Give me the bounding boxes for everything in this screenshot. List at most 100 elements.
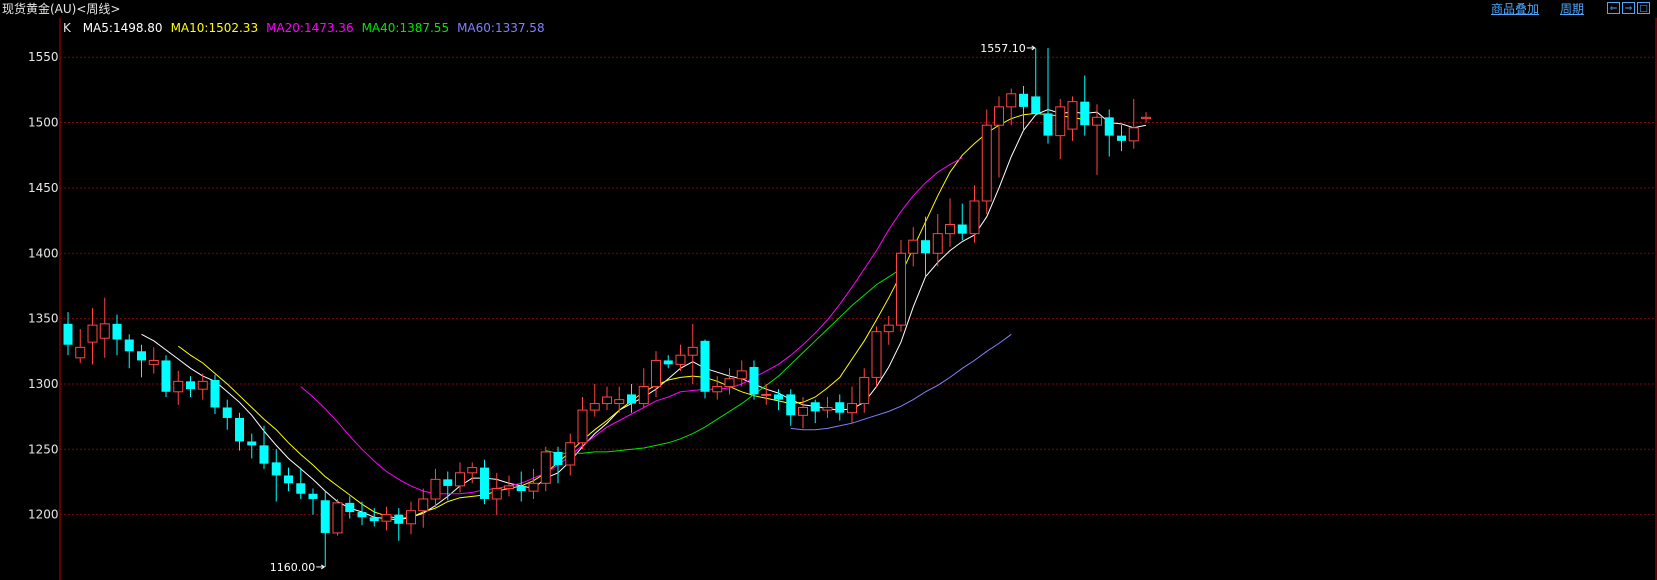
y-tick-label-1500: 1500	[28, 116, 59, 130]
y-tick-label-1300: 1300	[28, 377, 59, 391]
candle-body-down	[284, 475, 293, 484]
candle-body-down	[369, 517, 379, 522]
candle	[332, 498, 343, 536]
candle-body-down	[124, 339, 134, 352]
candle-body-down	[112, 323, 122, 340]
period-link[interactable]: 周期	[1560, 1, 1584, 17]
legend-ma5: MA5:1498.80	[83, 21, 163, 35]
candle-body-up	[1006, 93, 1017, 108]
commodity-overlay-link[interactable]: 商品叠加	[1491, 1, 1539, 17]
legend-ma10: MA10:1502.33	[171, 21, 259, 35]
candle-body-up	[381, 514, 392, 522]
candle-body-up	[332, 502, 343, 534]
legend-ma60: MA60:1337.58	[457, 21, 545, 35]
candle-body-up	[969, 200, 980, 235]
candle-body-up	[896, 252, 906, 326]
legend-prefix: K	[63, 21, 72, 35]
candle-body-up	[528, 482, 539, 492]
candle-body-down	[137, 351, 146, 361]
candle-body-up	[589, 403, 600, 411]
annotation-label-0: 1557.10	[980, 42, 1026, 55]
candle-body-down	[210, 380, 220, 408]
candle-body-up	[406, 510, 416, 525]
annotation-label-1: 1160.00	[270, 561, 316, 574]
candle-body-up	[822, 406, 833, 411]
candle-body-down	[700, 340, 710, 392]
candle-body-up	[75, 346, 86, 359]
candle-body-down	[308, 493, 318, 499]
candle-body-up	[736, 370, 747, 380]
candle	[981, 109, 992, 215]
candle-body-up	[1128, 127, 1139, 142]
candle-body-up	[565, 442, 576, 466]
candle-body-up	[724, 378, 735, 388]
candle-body-down	[1043, 113, 1053, 136]
candle-body-up	[847, 403, 857, 414]
legend: K MA5:1498.80 MA10:1502.33 MA20:1473.36 MA4…	[63, 21, 545, 35]
candle-body-up	[687, 346, 698, 356]
candle-body-down	[516, 485, 526, 492]
candle-body-down	[921, 240, 930, 254]
candle-body-up	[87, 324, 98, 343]
candle-body-down	[480, 467, 489, 499]
candle-body-down	[1031, 96, 1041, 114]
scroll-right-icon[interactable]: ⇒	[1622, 2, 1635, 14]
candle-body-down	[663, 360, 673, 365]
candle-body-down	[235, 417, 244, 442]
candle-body-up	[99, 323, 110, 339]
candle-body-down	[259, 445, 269, 464]
y-tick-label-1350: 1350	[28, 312, 59, 326]
legend-ma20: MA20:1473.36	[266, 21, 354, 35]
candle-body-up	[638, 386, 649, 405]
candle-body-up	[148, 359, 159, 365]
candle-body-up	[173, 380, 184, 393]
candle-body-up	[651, 359, 661, 388]
candle-body-down	[222, 407, 232, 418]
candle-body-down	[810, 402, 820, 412]
candle-body-down	[247, 441, 257, 446]
candle-body-up	[1067, 101, 1078, 130]
candle-body-up	[504, 485, 514, 490]
header-bar: 现货黄金(AU)<周线> 商品叠加 周期 ⇐ ⇒ □	[0, 0, 1657, 18]
candle-body-down	[1019, 93, 1028, 107]
candle-body-down	[320, 500, 330, 533]
candle-body-up	[798, 406, 808, 416]
candle	[161, 355, 171, 398]
candle-body-down	[835, 402, 845, 413]
candle-body-up	[1092, 116, 1102, 126]
y-tick-label-1200: 1200	[28, 508, 59, 522]
candle	[700, 339, 710, 399]
candle-body-up	[614, 399, 625, 405]
candle-body-up	[418, 498, 429, 512]
candle-body-down	[786, 394, 796, 416]
candle-body-down	[957, 224, 967, 234]
y-tick-label-1450: 1450	[28, 181, 59, 195]
candle-body-up	[430, 478, 441, 500]
candle-body-down	[345, 502, 355, 513]
candle-body-up	[455, 472, 465, 487]
candle-body-down	[63, 323, 73, 345]
candle-body-up	[675, 354, 686, 365]
window-title: 现货黄金(AU)<周线>	[2, 2, 121, 16]
maximize-icon[interactable]: □	[1637, 2, 1650, 14]
candle-body-up	[859, 376, 870, 405]
candle-body-up	[981, 124, 992, 202]
candle-body-down	[627, 394, 636, 404]
candle-body-up	[467, 467, 478, 474]
scroll-left-icon[interactable]: ⇐	[1607, 2, 1620, 14]
candle-body-up	[1141, 116, 1151, 120]
candle-body-down	[161, 360, 171, 392]
candlestick-chart: 1200 1250 1300 1350 1400 1450 1500 1550 1557.10…	[0, 18, 1657, 580]
candle	[896, 240, 906, 332]
candle-body-down	[1104, 117, 1114, 136]
candle-body-up	[1055, 106, 1066, 137]
candle-body-down	[774, 394, 783, 400]
candle-body-down	[1117, 135, 1126, 141]
candle-body-up	[994, 106, 1004, 126]
y-tick-label-1550: 1550	[28, 50, 59, 64]
candle-body-up	[761, 393, 772, 396]
candle-body-up	[908, 239, 919, 254]
candle-body-up	[945, 224, 955, 235]
candle-body-up	[540, 451, 551, 484]
candle-body-down	[749, 366, 759, 395]
